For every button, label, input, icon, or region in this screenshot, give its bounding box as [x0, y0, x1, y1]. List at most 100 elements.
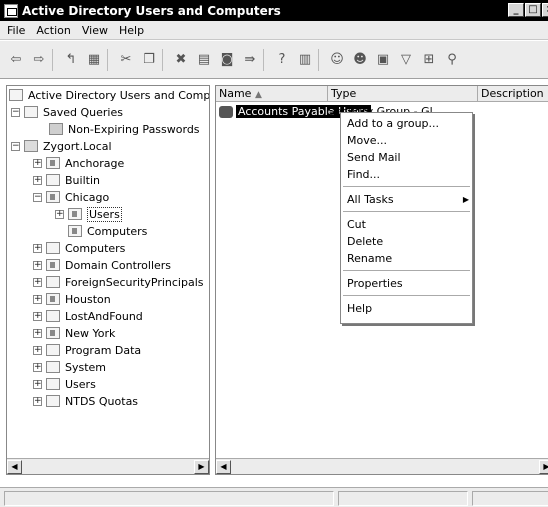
- console-tree[interactable]: Active Directory Users and Comput − Save…: [6, 85, 210, 475]
- tree-item-saved-queries[interactable]: − Saved Queries: [11, 104, 123, 120]
- tree-item-domain[interactable]: − Zygort.Local: [11, 138, 112, 154]
- menu-item-find[interactable]: Find...: [347, 167, 380, 182]
- column-description[interactable]: Description: [478, 86, 548, 102]
- tree-item-domain-controllers[interactable]: + Domain Controllers: [33, 257, 171, 273]
- tree-item-houston[interactable]: + Houston: [33, 291, 111, 307]
- expand-icon[interactable]: +: [33, 158, 42, 168]
- tree-item-chicago[interactable]: − Chicago: [33, 189, 109, 205]
- scroll-left-icon[interactable]: ◀: [7, 460, 22, 474]
- menu-separator: [343, 186, 470, 187]
- filter-icon[interactable]: ▽: [396, 50, 416, 70]
- tree-item-root[interactable]: Active Directory Users and Comput: [9, 87, 209, 103]
- collapse-icon[interactable]: −: [11, 107, 20, 117]
- new-user-icon[interactable]: ☺: [327, 50, 347, 70]
- refresh-icon[interactable]: ◙: [217, 50, 237, 70]
- collapse-icon[interactable]: −: [33, 192, 42, 202]
- delete-icon[interactable]: ✖: [171, 50, 191, 70]
- tree-item-chicago-computers[interactable]: Computers: [68, 223, 147, 239]
- context-menu: Add to a group... Move... Send Mail Find…: [340, 112, 473, 324]
- find-icon[interactable]: ⚲: [442, 50, 462, 70]
- menu-item-all-tasks[interactable]: All Tasks ▶: [347, 192, 469, 207]
- back-arrow-icon[interactable]: ⇦: [6, 50, 26, 70]
- folder-icon: [46, 276, 60, 288]
- expand-icon[interactable]: +: [33, 260, 42, 270]
- expand-icon[interactable]: +: [33, 345, 42, 355]
- expand-icon[interactable]: +: [33, 294, 42, 304]
- expand-icon[interactable]: +: [55, 209, 64, 219]
- minimize-button[interactable]: _: [508, 3, 524, 17]
- folder-icon: [46, 344, 60, 356]
- ou-icon: [68, 208, 82, 220]
- scroll-right-icon[interactable]: ▶: [194, 460, 209, 474]
- expand-icon[interactable]: +: [33, 277, 42, 287]
- menu-file[interactable]: File: [4, 24, 33, 37]
- forward-arrow-icon[interactable]: ⇨: [29, 50, 49, 70]
- column-name[interactable]: Name ▲: [216, 86, 328, 102]
- view-icon[interactable]: ▥: [295, 50, 315, 70]
- status-pane-secondary: [338, 491, 468, 506]
- expand-icon[interactable]: +: [33, 379, 42, 389]
- scroll-left-icon[interactable]: ◀: [216, 460, 231, 474]
- tree-item-system[interactable]: + System: [33, 359, 106, 375]
- expand-icon[interactable]: +: [33, 396, 42, 406]
- tree-item-anchorage[interactable]: + Anchorage: [33, 155, 124, 171]
- menu-help[interactable]: Help: [116, 24, 152, 37]
- tree-item-program-data[interactable]: + Program Data: [33, 342, 141, 358]
- menu-item-properties[interactable]: Properties: [347, 276, 403, 291]
- tree-item-non-expiring-passwords[interactable]: Non-Expiring Passwords: [49, 121, 200, 137]
- menu-item-rename[interactable]: Rename: [347, 251, 392, 266]
- scroll-right-icon[interactable]: ▶: [539, 460, 548, 474]
- title-bar: Active Directory Users and Computers _ □…: [0, 0, 548, 21]
- collapse-icon[interactable]: −: [11, 141, 20, 151]
- group-icon: [219, 105, 233, 118]
- menu-item-move[interactable]: Move...: [347, 133, 387, 148]
- tree-item-ntds-quotas[interactable]: + NTDS Quotas: [33, 393, 138, 409]
- menu-item-send-mail[interactable]: Send Mail: [347, 150, 401, 165]
- menu-view[interactable]: View: [79, 24, 116, 37]
- tree-item-lostandfound[interactable]: + LostAndFound: [33, 308, 143, 324]
- menu-item-help[interactable]: Help: [347, 301, 372, 316]
- ou-icon: [46, 327, 60, 339]
- menu-item-delete[interactable]: Delete: [347, 234, 383, 249]
- tree-item-builtin[interactable]: + Builtin: [33, 172, 100, 188]
- expand-icon[interactable]: +: [33, 328, 42, 338]
- copy-icon[interactable]: ❐: [139, 50, 159, 70]
- help-icon[interactable]: ?: [272, 50, 292, 70]
- tree-item-foreign-security-principals[interactable]: + ForeignSecurityPrincipals: [33, 274, 204, 290]
- tree-item-users[interactable]: + Users: [33, 376, 96, 392]
- menu-separator: [343, 270, 470, 271]
- sort-ascending-icon: ▲: [254, 90, 262, 100]
- status-pane-main: [4, 491, 334, 506]
- menu-item-cut[interactable]: Cut: [347, 217, 366, 232]
- tree-item-new-york[interactable]: + New York: [33, 325, 115, 341]
- menu-item-add-to-group[interactable]: Add to a group...: [347, 116, 439, 131]
- new-group-icon[interactable]: ☻: [350, 50, 370, 70]
- close-button[interactable]: ×: [542, 3, 548, 17]
- folder-icon: [46, 395, 60, 407]
- column-type[interactable]: Type: [328, 86, 478, 102]
- new-ou-icon[interactable]: ▣: [373, 50, 393, 70]
- expand-icon[interactable]: +: [33, 175, 42, 185]
- toolbar-separator: [52, 48, 58, 71]
- expand-icon[interactable]: +: [33, 243, 42, 253]
- export-list-icon[interactable]: ⇛: [240, 50, 260, 70]
- expand-icon[interactable]: +: [33, 362, 42, 372]
- toolbar-separator: [162, 48, 168, 71]
- tree-item-computers[interactable]: + Computers: [33, 240, 125, 256]
- add-to-group-icon[interactable]: ⊞: [419, 50, 439, 70]
- menu-action[interactable]: Action: [33, 24, 78, 37]
- window-buttons: _ □ ×: [508, 3, 548, 17]
- ou-icon: [46, 191, 60, 203]
- ou-icon: [46, 259, 60, 271]
- maximize-button[interactable]: □: [525, 3, 541, 17]
- properties-icon[interactable]: ▤: [194, 50, 214, 70]
- cut-icon[interactable]: ✂: [116, 50, 136, 70]
- list-header: Name ▲ Type Description: [216, 86, 548, 102]
- up-level-icon[interactable]: ↰: [61, 50, 81, 70]
- toolbar-separator: [107, 48, 113, 71]
- tree-horizontal-scrollbar[interactable]: ◀ ▶: [7, 458, 209, 474]
- show-hide-tree-icon[interactable]: ▦: [84, 50, 104, 70]
- list-horizontal-scrollbar[interactable]: ◀ ▶: [216, 458, 548, 474]
- tree-item-chicago-users[interactable]: + Users: [55, 206, 122, 222]
- expand-icon[interactable]: +: [33, 311, 42, 321]
